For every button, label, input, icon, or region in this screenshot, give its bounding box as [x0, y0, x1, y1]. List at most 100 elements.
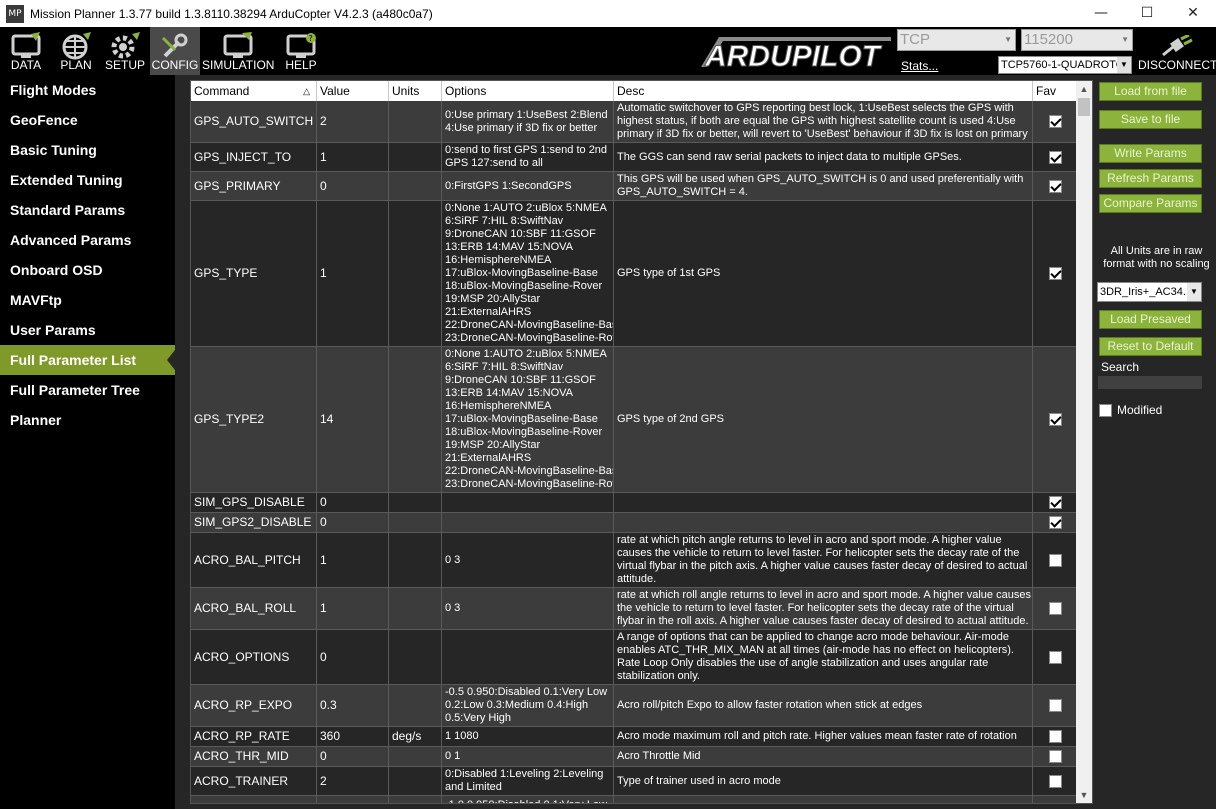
simulation-monitor-icon [223, 32, 253, 58]
sidebar-item-flight-modes[interactable]: Flight Modes [0, 75, 175, 105]
compare-params-button[interactable]: Compare Params [1099, 194, 1202, 213]
data-tab[interactable]: DATA [4, 27, 48, 75]
close-button[interactable]: ✕ [1170, 0, 1216, 27]
cell-value[interactable]: 2 [317, 767, 389, 795]
modified-checkbox[interactable]: Modified [1099, 403, 1162, 417]
scroll-up-icon[interactable]: ▲ [1076, 81, 1092, 97]
cell-command: GPS_INJECT_TO [191, 143, 317, 171]
column-header-command[interactable]: Command △ [191, 81, 317, 101]
column-header-value[interactable]: Value [317, 81, 389, 101]
cell-units [389, 630, 442, 684]
table-row[interactable]: -1 0 0.950:Disabled 0.1:Very Low [191, 796, 1077, 803]
favorite-checkbox[interactable] [1048, 267, 1062, 280]
simulation-tab[interactable]: SIMULATION [202, 27, 274, 75]
save-to-file-button[interactable]: Save to file [1099, 110, 1202, 129]
sidebar-item-basic-tuning[interactable]: Basic Tuning [0, 135, 175, 165]
cell-value[interactable]: 0 [317, 172, 389, 200]
preset-select[interactable]: 3DR_Iris+_AC34. ▼ [1097, 282, 1202, 302]
favorite-checkbox[interactable] [1048, 516, 1062, 529]
favorite-checkbox[interactable] [1048, 730, 1062, 743]
sidebar-item-geofence[interactable]: GeoFence [0, 105, 175, 135]
sidebar-item-mavftp[interactable]: MAVFtp [0, 285, 175, 315]
favorite-checkbox[interactable] [1048, 774, 1062, 788]
disconnect-button[interactable]: DISCONNECT [1138, 27, 1216, 75]
cell-value[interactable]: 0 [317, 493, 389, 512]
sidebar-item-standard-params[interactable]: Standard Params [0, 195, 175, 225]
column-header-options[interactable]: Options [442, 81, 614, 101]
modified-checkbox-box[interactable] [1099, 403, 1112, 417]
favorite-checkbox[interactable] [1048, 150, 1062, 164]
refresh-params-button[interactable]: Refresh Params [1099, 169, 1202, 188]
sidebar-item-full-parameter-tree[interactable]: Full Parameter Tree [0, 375, 175, 405]
favorite-checkbox[interactable] [1048, 496, 1062, 509]
column-header-desc[interactable]: Desc [614, 81, 1033, 101]
search-input[interactable] [1098, 376, 1202, 389]
cell-value[interactable]: 1 [317, 588, 389, 629]
sidebar-item-full-parameter-list[interactable]: Full Parameter List [0, 345, 175, 375]
favorite-checkbox[interactable] [1048, 115, 1062, 128]
table-row[interactable]: ACRO_RP_EXPO 0.3 -0.5 0.950:Disabled 0.1:V… [191, 685, 1077, 727]
table-row[interactable]: ACRO_TRAINER 2 0:Disabled 1:Leveling 2:Lev… [191, 767, 1077, 796]
cell-value[interactable]: 1 [317, 201, 389, 346]
table-row[interactable]: GPS_TYPE 1 0:None 1:AUTO 2:uBlox 5:NMEA 6:… [191, 201, 1077, 347]
cell-value[interactable]: 0 [317, 747, 389, 766]
favorite-checkbox[interactable] [1048, 650, 1062, 664]
cell-value[interactable]: 2 [317, 101, 389, 142]
minimize-button[interactable]: — [1078, 0, 1124, 27]
favorite-checkbox[interactable] [1048, 602, 1062, 615]
connection-type-select[interactable]: TCP ▼ [897, 29, 1016, 51]
cell-desc: Acro mode maximum roll and pitch rate. H… [614, 727, 1033, 746]
port-select[interactable]: TCP5760-1-QUADROTOR ▼ [998, 56, 1132, 74]
cell-options: -1 0 0.950:Disabled 0.1:Very Low [442, 796, 614, 803]
table-row[interactable]: GPS_INJECT_TO 1 0:send to first GPS 1:send… [191, 143, 1077, 172]
sidebar-item-planner[interactable]: Planner [0, 405, 175, 435]
favorite-checkbox[interactable] [1048, 750, 1062, 763]
cell-value[interactable]: 1 [317, 533, 389, 587]
table-row[interactable]: GPS_PRIMARY 0 0:FirstGPS 1:SecondGPS This G… [191, 172, 1077, 201]
favorite-checkbox[interactable] [1048, 553, 1062, 567]
scroll-down-icon[interactable]: ▼ [1076, 787, 1092, 803]
cell-value[interactable]: 1 [317, 143, 389, 171]
sidebar-item-extended-tuning[interactable]: Extended Tuning [0, 165, 175, 195]
favorite-checkbox[interactable] [1048, 699, 1062, 712]
write-params-button[interactable]: Write Params [1099, 144, 1202, 163]
column-header-units[interactable]: Units [389, 81, 442, 101]
cell-value[interactable]: 0 [317, 630, 389, 684]
table-row[interactable]: ACRO_BAL_ROLL 1 0 3 rate at which roll angl… [191, 588, 1077, 630]
setup-tab[interactable]: SETUP [102, 27, 148, 75]
load-presaved-button[interactable]: Load Presaved [1099, 310, 1202, 329]
table-row[interactable]: ACRO_BAL_PITCH 1 0 3 rate at which pitch an… [191, 533, 1077, 588]
favorite-checkbox[interactable] [1048, 179, 1062, 193]
stats-link[interactable]: Stats... [901, 59, 938, 73]
help-tab[interactable]: ? HELP [278, 27, 324, 75]
sidebar-item-advanced-params[interactable]: Advanced Params [0, 225, 175, 255]
config-tab[interactable]: CONFIG [150, 27, 200, 75]
column-header-fav[interactable]: Fav [1033, 81, 1077, 101]
table-row[interactable]: SIM_GPS_DISABLE 0 [191, 493, 1077, 513]
desc-text: This GPS will be used when GPS_AUTO_SWIT… [617, 173, 1024, 198]
grid-vertical-scrollbar[interactable]: ▲ ▼ [1076, 81, 1092, 803]
maximize-button[interactable]: ☐ [1124, 0, 1170, 27]
table-row[interactable]: GPS_TYPE2 14 0:None 1:AUTO 2:uBlox 5:NMEA … [191, 347, 1077, 493]
table-row[interactable]: ACRO_RP_RATE 360 deg/s 1 1080 Acro mode maxi… [191, 727, 1077, 747]
load-from-file-button[interactable]: Load from file [1099, 82, 1202, 101]
plan-tab[interactable]: PLAN [52, 27, 100, 75]
cell-command: GPS_TYPE2 [191, 347, 317, 492]
cell-value[interactable]: 0 [317, 513, 389, 532]
table-row[interactable]: SIM_GPS2_DISABLE 0 [191, 513, 1077, 533]
table-row[interactable]: ACRO_THR_MID 0 0 1 Acro Throttle Mid [191, 747, 1077, 767]
baud-rate-select[interactable]: 115200 ▼ [1021, 29, 1133, 51]
reset-to-default-button[interactable]: Reset to Default [1099, 337, 1202, 356]
cell-value[interactable]: 0.3 [317, 685, 389, 726]
favorite-checkbox[interactable] [1048, 413, 1062, 426]
cell-value[interactable] [317, 796, 389, 803]
cell-value[interactable]: 14 [317, 347, 389, 492]
sidebar-item-onboard-osd[interactable]: Onboard OSD [0, 255, 175, 285]
table-row[interactable]: GPS_AUTO_SWITCH 2 0:Use primary 1:UseBest … [191, 101, 1077, 143]
table-row[interactable]: ACRO_OPTIONS 0 A range of options that can… [191, 630, 1077, 685]
command-text: GPS_AUTO_SWITCH [194, 114, 314, 128]
cell-value[interactable]: 360 [317, 727, 389, 746]
scroll-thumb[interactable] [1078, 98, 1090, 116]
cell-options: 0:Use primary 1:UseBest 2:Blend 4:Use pr… [442, 101, 614, 142]
sidebar-item-user-params[interactable]: User Params [0, 315, 175, 345]
